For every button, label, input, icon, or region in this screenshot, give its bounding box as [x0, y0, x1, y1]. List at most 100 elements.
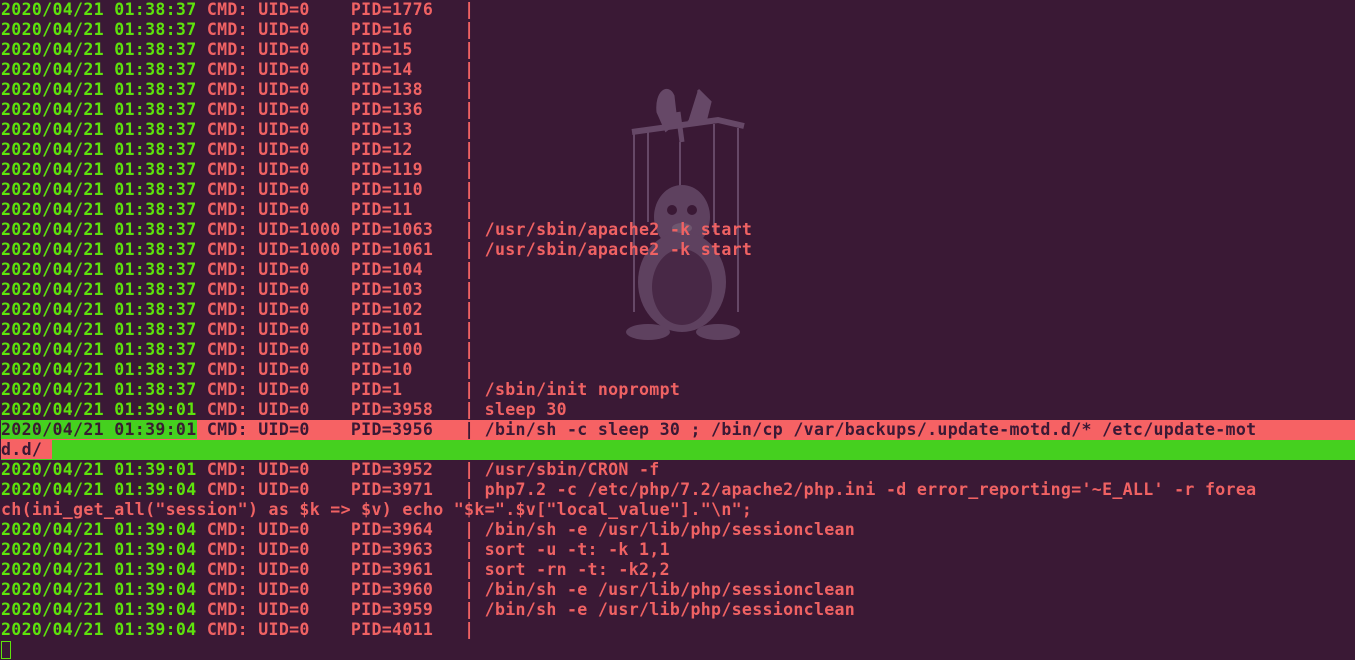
log-command: CMD: UID=0 PID=3961 | sort -rn -t: -k2,2	[206, 560, 670, 579]
log-separator	[197, 200, 207, 219]
log-timestamp: 2020/04/21 01:39:01	[1, 400, 197, 419]
log-command: CMD: UID=0 PID=3956 | /bin/sh -c sleep 3…	[206, 420, 1257, 439]
log-separator	[197, 380, 207, 399]
log-command: CMD: UID=0 PID=102 |	[206, 300, 475, 319]
log-separator	[197, 600, 207, 619]
log-line: 2020/04/21 01:38:37 CMD: UID=0 PID=102 |	[1, 300, 1355, 320]
terminal-cursor	[1, 641, 11, 659]
log-line: 2020/04/21 01:38:37 CMD: UID=0 PID=100 |	[1, 340, 1355, 360]
log-command: CMD: UID=0 PID=101 |	[206, 320, 475, 339]
log-timestamp: 2020/04/21 01:39:01	[1, 420, 197, 439]
log-timestamp: 2020/04/21 01:38:37	[1, 120, 197, 139]
log-line: 2020/04/21 01:38:37 CMD: UID=1000 PID=10…	[1, 240, 1355, 260]
log-separator	[197, 340, 207, 359]
log-line: 2020/04/21 01:38:37 CMD: UID=0 PID=136 |	[1, 100, 1355, 120]
log-line: 2020/04/21 01:39:04 CMD: UID=0 PID=4011 …	[1, 620, 1355, 640]
log-command: CMD: UID=0 PID=1776 |	[206, 0, 475, 19]
log-timestamp: 2020/04/21 01:38:37	[1, 200, 197, 219]
log-output: 2020/04/21 01:38:37 CMD: UID=0 PID=1776 …	[1, 0, 1355, 640]
log-separator	[197, 520, 207, 539]
log-line: 2020/04/21 01:38:37 CMD: UID=0 PID=110 |	[1, 180, 1355, 200]
log-command: CMD: UID=0 PID=16 |	[206, 20, 475, 39]
log-timestamp: 2020/04/21 01:38:37	[1, 180, 197, 199]
log-line: 2020/04/21 01:39:04 CMD: UID=0 PID=3960 …	[1, 580, 1355, 600]
log-separator	[197, 180, 207, 199]
log-separator	[197, 0, 207, 19]
log-line: 2020/04/21 01:38:37 CMD: UID=0 PID=104 |	[1, 260, 1355, 280]
log-line: 2020/04/21 01:39:04 CMD: UID=0 PID=3963 …	[1, 540, 1355, 560]
log-timestamp: 2020/04/21 01:38:37	[1, 280, 197, 299]
log-line: 2020/04/21 01:39:01 CMD: UID=0 PID=3952 …	[1, 460, 1355, 480]
log-line: 2020/04/21 01:38:37 CMD: UID=0 PID=101 |	[1, 320, 1355, 340]
log-line: 2020/04/21 01:38:37 CMD: UID=0 PID=11 |	[1, 200, 1355, 220]
log-command: CMD: UID=0 PID=119 |	[206, 160, 475, 179]
log-timestamp: 2020/04/21 01:38:37	[1, 100, 197, 119]
log-command: CMD: UID=0 PID=14 |	[206, 60, 475, 79]
log-line: 2020/04/21 01:39:01 CMD: UID=0 PID=3956 …	[1, 420, 1355, 440]
log-separator	[197, 20, 207, 39]
log-command: CMD: UID=0 PID=12 |	[206, 140, 475, 159]
log-separator	[197, 400, 207, 419]
log-separator	[197, 100, 207, 119]
log-line: 2020/04/21 01:38:37 CMD: UID=0 PID=138 |	[1, 80, 1355, 100]
log-command: CMD: UID=0 PID=13 |	[206, 120, 475, 139]
log-separator	[197, 480, 207, 499]
log-separator	[197, 260, 207, 279]
log-timestamp: 2020/04/21 01:38:37	[1, 220, 197, 239]
log-separator	[197, 60, 207, 79]
log-separator	[197, 460, 207, 479]
log-command: CMD: UID=0 PID=3971 | php7.2 -c /etc/php…	[206, 480, 1257, 499]
log-timestamp: 2020/04/21 01:39:04	[1, 580, 197, 599]
log-separator	[197, 580, 207, 599]
log-separator	[196, 420, 207, 439]
log-line: 2020/04/21 01:38:37 CMD: UID=1000 PID=10…	[1, 220, 1355, 240]
log-timestamp: 2020/04/21 01:38:37	[1, 320, 197, 339]
log-line: ch(ini_get_all("session") as $k => $v) e…	[1, 500, 1355, 520]
log-separator	[197, 220, 207, 239]
log-timestamp: 2020/04/21 01:38:37	[1, 360, 197, 379]
log-timestamp: 2020/04/21 01:39:04	[1, 560, 197, 579]
log-line: 2020/04/21 01:39:04 CMD: UID=0 PID=3971 …	[1, 480, 1355, 500]
log-line: 2020/04/21 01:38:37 CMD: UID=0 PID=1 | /…	[1, 380, 1355, 400]
log-command: CMD: UID=0 PID=3963 | sort -u -t: -k 1,1	[206, 540, 670, 559]
log-timestamp: 2020/04/21 01:38:37	[1, 60, 197, 79]
log-timestamp: 2020/04/21 01:38:37	[1, 140, 197, 159]
log-continuation: ch(ini_get_all("session") as $k => $v) e…	[1, 500, 753, 519]
log-command: CMD: UID=0 PID=104 |	[206, 260, 475, 279]
log-timestamp: 2020/04/21 01:38:37	[1, 20, 197, 39]
log-timestamp: 2020/04/21 01:38:37	[1, 80, 197, 99]
log-command: CMD: UID=0 PID=3960 | /bin/sh -e /usr/li…	[206, 580, 856, 599]
log-separator	[197, 320, 207, 339]
log-line: d.d/	[1, 440, 1355, 460]
log-command: CMD: UID=0 PID=138 |	[206, 80, 475, 99]
log-command: CMD: UID=0 PID=103 |	[206, 280, 475, 299]
log-line: 2020/04/21 01:39:01 CMD: UID=0 PID=3958 …	[1, 400, 1355, 420]
log-timestamp: 2020/04/21 01:39:04	[1, 540, 197, 559]
log-separator	[197, 40, 207, 59]
log-timestamp: 2020/04/21 01:39:04	[1, 520, 197, 539]
log-line: 2020/04/21 01:38:37 CMD: UID=0 PID=13 |	[1, 120, 1355, 140]
log-line: 2020/04/21 01:38:37 CMD: UID=0 PID=16 |	[1, 20, 1355, 40]
log-separator	[197, 120, 207, 139]
log-separator	[197, 240, 207, 259]
log-command: CMD: UID=0 PID=110 |	[206, 180, 475, 199]
log-command: CMD: UID=0 PID=11 |	[206, 200, 475, 219]
log-timestamp: 2020/04/21 01:39:04	[1, 480, 197, 499]
log-command: CMD: UID=0 PID=3952 | /usr/sbin/CRON -f	[206, 460, 660, 479]
log-separator	[197, 540, 207, 559]
log-timestamp: 2020/04/21 01:38:37	[1, 380, 197, 399]
log-line: 2020/04/21 01:38:37 CMD: UID=0 PID=103 |	[1, 280, 1355, 300]
log-command: CMD: UID=1000 PID=1063 | /usr/sbin/apach…	[206, 220, 753, 239]
log-line: 2020/04/21 01:38:37 CMD: UID=0 PID=119 |	[1, 160, 1355, 180]
log-line: 2020/04/21 01:38:37 CMD: UID=0 PID=12 |	[1, 140, 1355, 160]
log-line: 2020/04/21 01:39:04 CMD: UID=0 PID=3961 …	[1, 560, 1355, 580]
log-separator	[197, 280, 207, 299]
log-command: CMD: UID=0 PID=3959 | /bin/sh -e /usr/li…	[206, 600, 856, 619]
log-line: 2020/04/21 01:39:04 CMD: UID=0 PID=3959 …	[1, 600, 1355, 620]
log-command: CMD: UID=0 PID=1 | /sbin/init noprompt	[206, 380, 681, 399]
log-line: 2020/04/21 01:38:37 CMD: UID=0 PID=15 |	[1, 40, 1355, 60]
terminal-window[interactable]: 2020/04/21 01:38:37 CMD: UID=0 PID=1776 …	[0, 0, 1355, 660]
log-command: CMD: UID=1000 PID=1061 | /usr/sbin/apach…	[206, 240, 753, 259]
log-timestamp: 2020/04/21 01:38:37	[1, 40, 197, 59]
log-timestamp: 2020/04/21 01:39:04	[1, 600, 197, 619]
